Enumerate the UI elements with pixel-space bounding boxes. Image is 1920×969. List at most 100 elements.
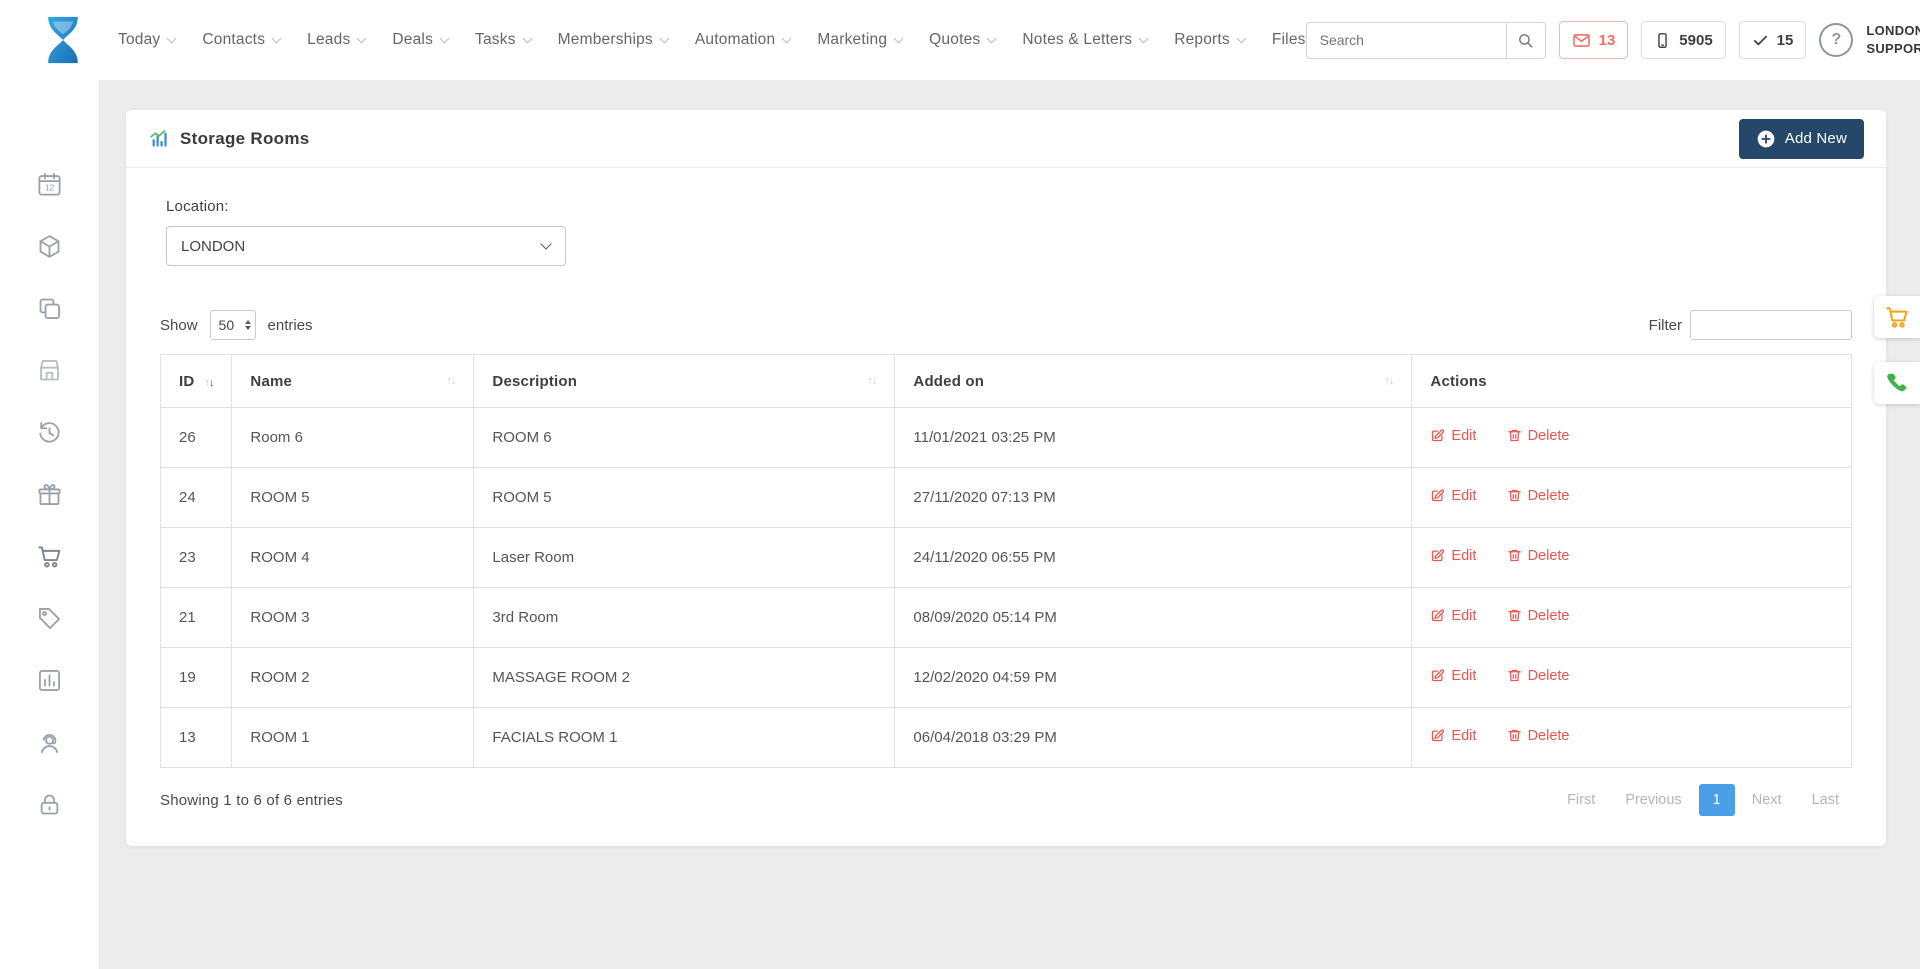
sort-icon: ↑↓ [446, 375, 455, 387]
app-logo[interactable] [38, 13, 88, 67]
nav-item-deals[interactable]: Deals [392, 31, 448, 49]
chevron-down-icon [440, 33, 450, 43]
shopping-cart-icon [1884, 304, 1910, 330]
delete-button[interactable]: Delete [1507, 728, 1570, 744]
pagination-next[interactable]: Next [1739, 784, 1795, 816]
filter-input[interactable] [1690, 310, 1852, 340]
nav-item-automation[interactable]: Automation [695, 31, 790, 49]
table-controls: Show 50 entries Filter [160, 310, 1852, 340]
check-count: 15 [1777, 32, 1794, 49]
page-title: Storage Rooms [180, 129, 310, 149]
page-size-select-wrap: 50 [210, 310, 256, 340]
nav-label: Automation [695, 31, 775, 49]
sidebar-item-calendar[interactable]: 12 [33, 170, 67, 198]
card-header: Storage Rooms Add New [126, 110, 1886, 168]
sidebar-item-reports[interactable] [33, 666, 67, 694]
location-select[interactable]: LONDON [166, 226, 566, 266]
phone-floating-button[interactable] [1874, 362, 1920, 404]
nav-item-marketing[interactable]: Marketing [817, 31, 902, 49]
nav-item-today[interactable]: Today [118, 31, 175, 49]
pagination-page-1[interactable]: 1 [1699, 784, 1735, 816]
chevron-down-icon [782, 33, 792, 43]
delete-button[interactable]: Delete [1507, 548, 1570, 564]
cell-added-on: 24/11/2020 06:55 PM [895, 528, 1412, 588]
page-size-select[interactable]: 50 [210, 310, 256, 340]
cell-added-on: 08/09/2020 05:14 PM [895, 588, 1412, 648]
nav-label: Files [1272, 31, 1306, 49]
support-agent-icon [36, 729, 63, 756]
edit-button[interactable]: Edit [1430, 548, 1476, 564]
nav-item-notes-letters[interactable]: Notes & Letters [1022, 31, 1147, 49]
column-header-added-on[interactable]: Added on↑↓ [895, 355, 1412, 408]
edit-pencil-icon [1430, 728, 1445, 743]
delete-button[interactable]: Delete [1507, 488, 1570, 504]
column-header-name[interactable]: Name↑↓ [232, 355, 474, 408]
cell-description: 3rd Room [474, 588, 895, 648]
nav-label: Quotes [929, 31, 980, 49]
edit-button[interactable]: Edit [1430, 428, 1476, 444]
nav-item-files[interactable]: Files [1272, 31, 1306, 49]
lock-icon [36, 791, 63, 818]
delete-button[interactable]: Delete [1507, 608, 1570, 624]
delete-button[interactable]: Delete [1507, 428, 1570, 444]
sort-icon: ↑↓ [204, 377, 213, 389]
sidebar-item-security[interactable] [33, 790, 67, 818]
table-footer: Showing 1 to 6 of 6 entries First Previo… [160, 784, 1852, 816]
edit-button[interactable]: Edit [1430, 668, 1476, 684]
sidebar-item-products[interactable] [33, 232, 67, 260]
history-clock-icon [36, 419, 63, 446]
pagination-previous[interactable]: Previous [1612, 784, 1694, 816]
sidebar-item-rooms[interactable] [33, 294, 67, 322]
edit-pencil-icon [1430, 488, 1445, 503]
nav-label: Leads [307, 31, 350, 49]
pagination: First Previous 1 Next Last [1554, 784, 1852, 816]
edit-pencil-icon [1430, 428, 1445, 443]
chart-growth-icon [148, 128, 169, 149]
sidebar-item-store[interactable] [33, 356, 67, 384]
tasks-done-button[interactable]: 15 [1739, 21, 1807, 59]
sort-icon: ↑↓ [867, 375, 876, 387]
cell-actions: Edit Delete [1412, 408, 1852, 468]
sidebar-item-pricing[interactable] [33, 604, 67, 632]
nav-item-leads[interactable]: Leads [307, 31, 365, 49]
cell-added-on: 11/01/2021 03:25 PM [895, 408, 1412, 468]
cell-description: Laser Room [474, 528, 895, 588]
phone-calls-button[interactable]: 5905 [1641, 21, 1725, 59]
edit-button[interactable]: Edit [1430, 728, 1476, 744]
search-button[interactable] [1506, 22, 1546, 59]
pagination-last[interactable]: Last [1799, 784, 1852, 816]
nav-item-tasks[interactable]: Tasks [475, 31, 531, 49]
cell-actions: Edit Delete [1412, 588, 1852, 648]
column-header-id[interactable]: ID↑↓ [161, 355, 232, 408]
gift-icon [36, 481, 63, 508]
nav-item-contacts[interactable]: Contacts [202, 31, 280, 49]
pagination-first[interactable]: First [1554, 784, 1608, 816]
sidebar-item-history[interactable] [33, 418, 67, 446]
entries-label: entries [268, 317, 313, 334]
delete-button[interactable]: Delete [1507, 668, 1570, 684]
sidebar-item-support[interactable] [33, 728, 67, 756]
cell-name: ROOM 1 [232, 708, 474, 768]
add-new-button[interactable]: Add New [1739, 119, 1864, 159]
cell-actions: Edit Delete [1412, 468, 1852, 528]
mail-button[interactable]: 13 [1559, 21, 1629, 59]
sidebar-item-gifts[interactable] [33, 480, 67, 508]
sidebar-item-cart[interactable] [33, 542, 67, 570]
entries-summary: Showing 1 to 6 of 6 entries [160, 792, 343, 809]
table-row: 13 ROOM 1 FACIALS ROOM 1 06/04/2018 03:2… [161, 708, 1852, 768]
nav-item-quotes[interactable]: Quotes [929, 31, 995, 49]
top-nav: Today Contacts Leads Deals Tasks Members… [0, 0, 1920, 80]
edit-button[interactable]: Edit [1430, 488, 1476, 504]
edit-pencil-icon [1430, 608, 1445, 623]
phone-count: 5905 [1679, 32, 1712, 49]
nav-item-reports[interactable]: Reports [1174, 31, 1245, 49]
column-header-description[interactable]: Description↑↓ [474, 355, 895, 408]
sidebar: 12 [0, 80, 100, 969]
question-mark-icon: ? [1831, 31, 1841, 49]
nav-item-memberships[interactable]: Memberships [558, 31, 668, 49]
help-button[interactable]: ? [1819, 23, 1853, 57]
search-input[interactable] [1306, 22, 1506, 59]
edit-button[interactable]: Edit [1430, 608, 1476, 624]
cart-floating-button[interactable] [1874, 296, 1920, 338]
cell-actions: Edit Delete [1412, 528, 1852, 588]
